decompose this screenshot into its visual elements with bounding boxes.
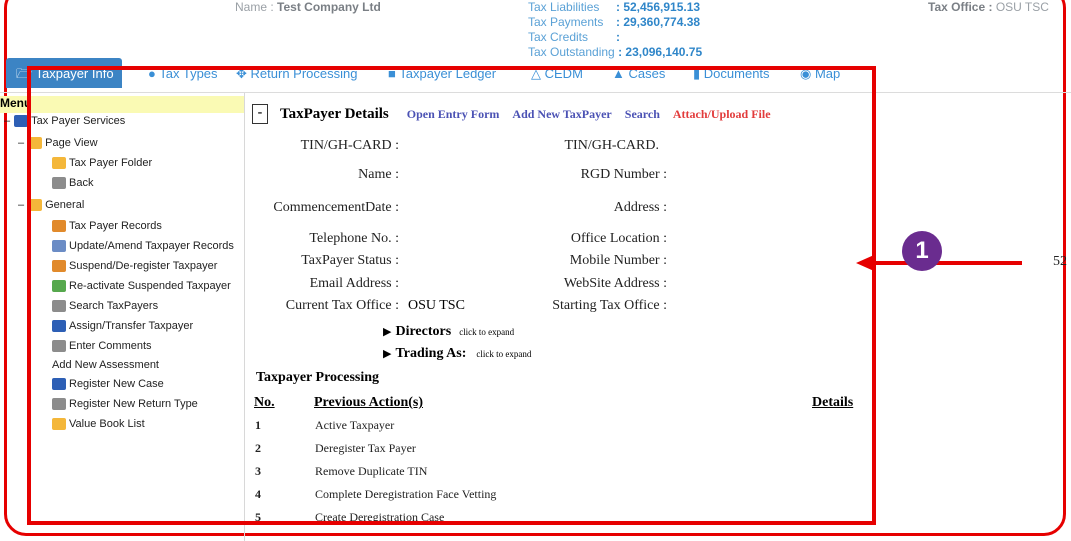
step-badge: 1: [902, 231, 942, 271]
tax-payments-value: : 29,360,774.38: [616, 15, 701, 29]
tax-office-label: Tax Office :: [928, 0, 993, 14]
highlight-rectangle: [27, 66, 876, 525]
collapse-icon: –: [18, 199, 25, 211]
name-value: Test Company Ltd: [277, 0, 381, 14]
tax-outstanding-label: Tax Outstanding: [528, 45, 615, 59]
company-name: Name : Test Company Ltd: [235, 0, 381, 14]
tax-payments-label: Tax Payments: [528, 15, 604, 29]
tax-liabilities-value: : 52,456,915.13: [616, 0, 701, 14]
tax-liabilities-label: Tax Liabilities: [528, 0, 600, 14]
collapse-icon: –: [18, 137, 25, 149]
tax-summary: Tax Liabilities : 52,456,915.13 Tax Payme…: [528, 0, 702, 60]
step-badge-number: 1: [915, 237, 929, 264]
name-label: Name :: [235, 0, 274, 14]
tax-office-value: OSU TSC: [995, 0, 1049, 14]
tax-credits-label: Tax Credits: [528, 30, 589, 44]
tax-office: Tax Office : OSU TSC: [928, 0, 1049, 14]
tax-outstanding-value: : 23,096,140.75: [618, 45, 703, 59]
collapse-icon: –: [4, 115, 11, 127]
clipped-text: 52: [1053, 254, 1067, 269]
tax-credits-value: :: [616, 30, 620, 44]
